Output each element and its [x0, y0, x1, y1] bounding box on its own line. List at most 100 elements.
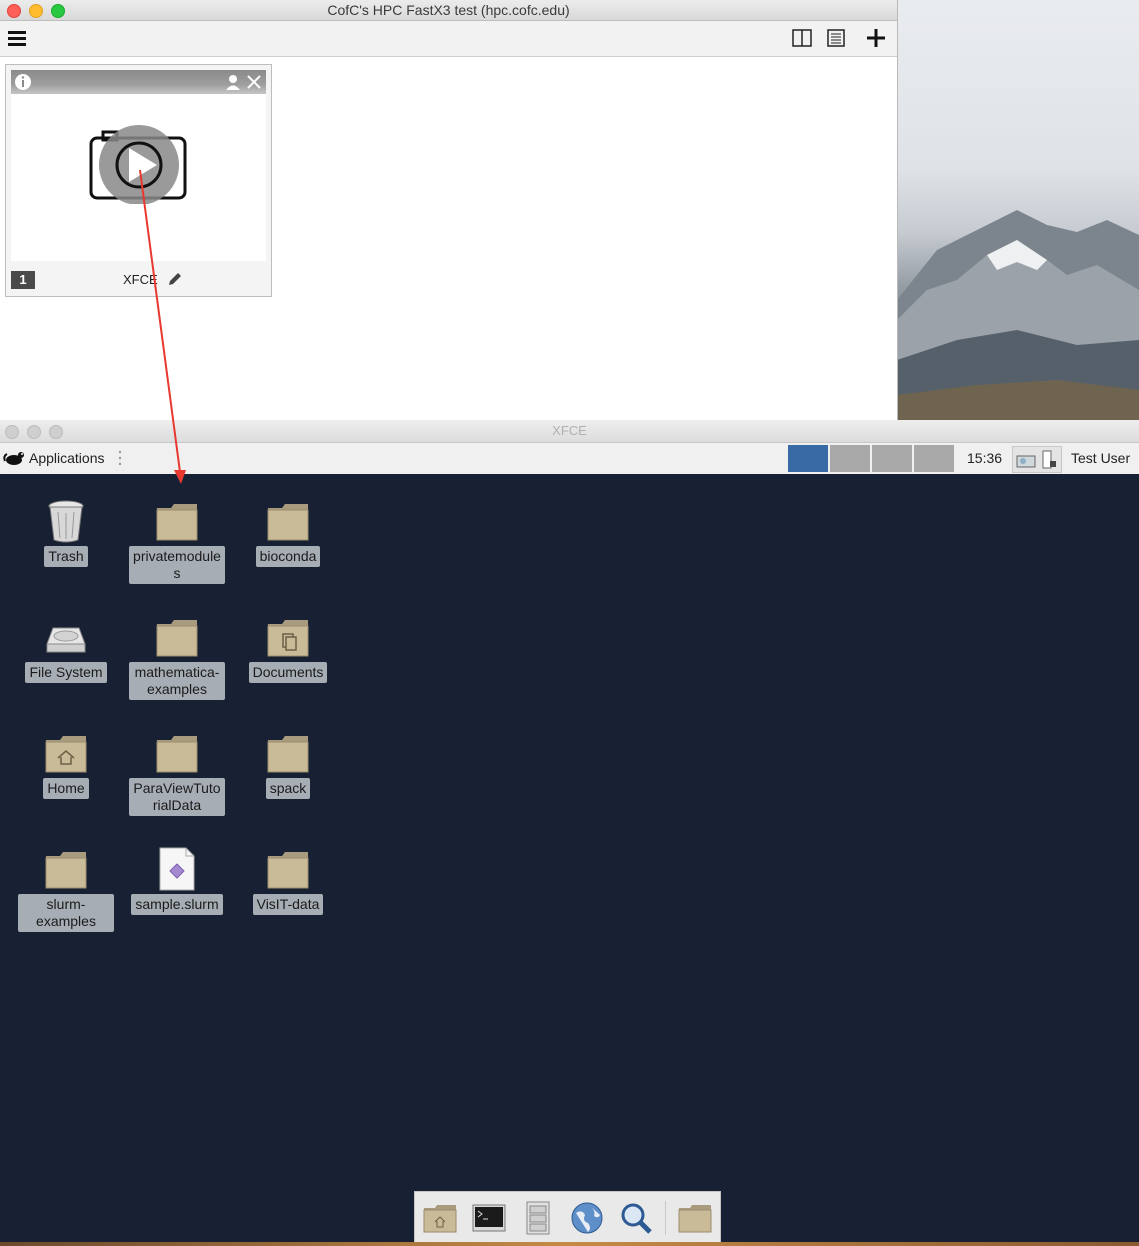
workspace-2[interactable] — [830, 445, 870, 472]
desktop-icon-mathematica-examples[interactable]: mathematica-examples — [127, 614, 227, 700]
list-view-button[interactable] — [825, 27, 849, 51]
window-title: CofC's HPC FastX3 test (hpc.cofc.edu) — [327, 2, 570, 18]
minimize-window-button[interactable] — [29, 4, 43, 18]
list-icon — [827, 29, 845, 47]
fastx-toolbar — [0, 21, 897, 57]
session-card[interactable]: 1 XFCE — [5, 64, 272, 297]
terminal-icon — [472, 1204, 506, 1231]
xfce-titlebar: XFCE — [0, 420, 1139, 443]
mac-desktop-background — [897, 0, 1139, 420]
file-icon — [159, 847, 195, 891]
desktop-icon-label: spack — [265, 778, 311, 799]
trash-icon — [48, 500, 84, 543]
home-folder-icon — [45, 736, 87, 773]
session-thumbnail[interactable] — [11, 94, 266, 261]
xfce-window-title: XFCE — [552, 423, 587, 438]
desktop-icon-slurm-examples[interactable]: slurm-examples — [16, 846, 116, 932]
folder-icon — [678, 1204, 712, 1232]
xfce-desktop[interactable]: Trash privatemodules bioconda File Syste… — [0, 474, 1139, 1246]
workspace-4[interactable] — [914, 445, 954, 472]
documents-folder-icon — [267, 620, 309, 657]
session-name: XFCE — [123, 272, 158, 287]
desktop-icon-label: Trash — [44, 546, 88, 567]
user-menu[interactable]: Test User — [1071, 450, 1130, 466]
folder-icon — [156, 620, 198, 657]
dock-web-browser[interactable] — [567, 1198, 607, 1238]
xfce-close-button[interactable] — [5, 425, 19, 439]
desktop-icon-label: File System — [25, 662, 107, 683]
xfce-minimize-button[interactable] — [27, 425, 41, 439]
hamburger-icon — [8, 31, 26, 46]
applications-menu-button[interactable]: Applications — [3, 448, 105, 468]
desktop-icon-visit-data[interactable]: VisIT-data — [238, 846, 338, 915]
home-folder-icon — [423, 1204, 457, 1232]
zoom-window-button[interactable] — [51, 4, 65, 18]
panel-separator-handle[interactable] — [118, 449, 122, 467]
drive-icon — [46, 627, 86, 653]
desktop-icon-trash[interactable]: Trash — [16, 498, 116, 567]
desktop-icon-label: ParaViewTutorialData — [129, 778, 225, 816]
folder-icon — [267, 736, 309, 773]
desktop-icon-label: VisIT-data — [252, 894, 324, 915]
dock-terminal[interactable] — [469, 1198, 509, 1238]
xfce-top-panel: Applications 15:36 Test User — [0, 443, 1139, 475]
desktop-icon-paraviewtutorialdata[interactable]: ParaViewTutorialData — [127, 730, 227, 816]
new-session-button[interactable] — [865, 27, 889, 51]
desktop-icon-home[interactable]: Home — [16, 730, 116, 799]
xfce-dock — [414, 1191, 721, 1244]
fastx-titlebar: CofC's HPC FastX3 test (hpc.cofc.edu) — [0, 0, 897, 21]
session-card-header — [11, 70, 266, 94]
dock-home-folder[interactable] — [420, 1198, 460, 1238]
plus-icon — [867, 29, 885, 47]
dock-folder[interactable] — [675, 1198, 715, 1238]
folder-icon — [45, 852, 87, 889]
desktop-icon-file-system[interactable]: File System — [16, 614, 116, 683]
desktop-icon-documents[interactable]: Documents — [238, 614, 338, 683]
dock-search[interactable] — [616, 1198, 656, 1238]
folder-icon — [156, 736, 198, 773]
book-icon — [792, 29, 812, 47]
desktop-icon-label: Documents — [248, 662, 328, 683]
desktop-icon-privatemodules[interactable]: privatemodules — [127, 498, 227, 584]
workspace-3[interactable] — [872, 445, 912, 472]
network-battery-icon — [1016, 450, 1056, 469]
desktop-icon-bioconda[interactable]: bioconda — [238, 498, 338, 567]
desktop-icon-spack[interactable]: spack — [238, 730, 338, 799]
close-icon[interactable] — [245, 73, 263, 91]
web-browser-icon — [571, 1202, 603, 1233]
fastx-window: CofC's HPC FastX3 test (hpc.cofc.edu) 1 … — [0, 0, 897, 420]
session-card-footer: 1 XFCE — [11, 268, 266, 292]
workspace-1[interactable] — [788, 445, 828, 472]
xfce-mouse-icon — [3, 452, 24, 465]
panel-clock[interactable]: 15:36 — [967, 450, 1002, 466]
desktop-icon-label: bioconda — [255, 546, 321, 567]
info-icon[interactable] — [14, 73, 32, 91]
desktop-icon-label: Home — [43, 778, 89, 799]
folder-icon — [267, 852, 309, 889]
system-tray[interactable] — [1012, 446, 1062, 473]
folder-icon — [267, 504, 309, 541]
camera-play-icon[interactable] — [89, 124, 189, 204]
separator-dots-icon — [118, 450, 122, 466]
desktop-icon-label: mathematica-examples — [129, 662, 225, 700]
applications-label: Applications — [29, 450, 105, 466]
pencil-icon[interactable] — [167, 271, 183, 287]
workspace-switcher — [788, 445, 954, 472]
dock-file-manager[interactable] — [518, 1198, 558, 1238]
close-window-button[interactable] — [7, 4, 21, 18]
xfce-zoom-button[interactable] — [49, 425, 63, 439]
desktop-icon-label: privatemodules — [129, 546, 225, 584]
dock-separator — [665, 1200, 667, 1235]
desktop-icon-label: slurm-examples — [18, 894, 114, 932]
window-controls — [7, 4, 65, 18]
folder-icon — [156, 504, 198, 541]
session-number-badge: 1 — [11, 271, 35, 289]
hamburger-menu-button[interactable] — [6, 27, 30, 51]
user-icon[interactable] — [224, 73, 242, 91]
mac-desktop-strip — [0, 1242, 1139, 1246]
xfce-window: XFCE Applications 15:36 Test User Trash … — [0, 420, 1139, 1246]
split-view-button[interactable] — [791, 27, 815, 51]
file-manager-icon — [526, 1201, 550, 1234]
desktop-icon-sample-slurm[interactable]: sample.slurm — [127, 846, 227, 915]
xfce-window-controls — [5, 425, 63, 439]
